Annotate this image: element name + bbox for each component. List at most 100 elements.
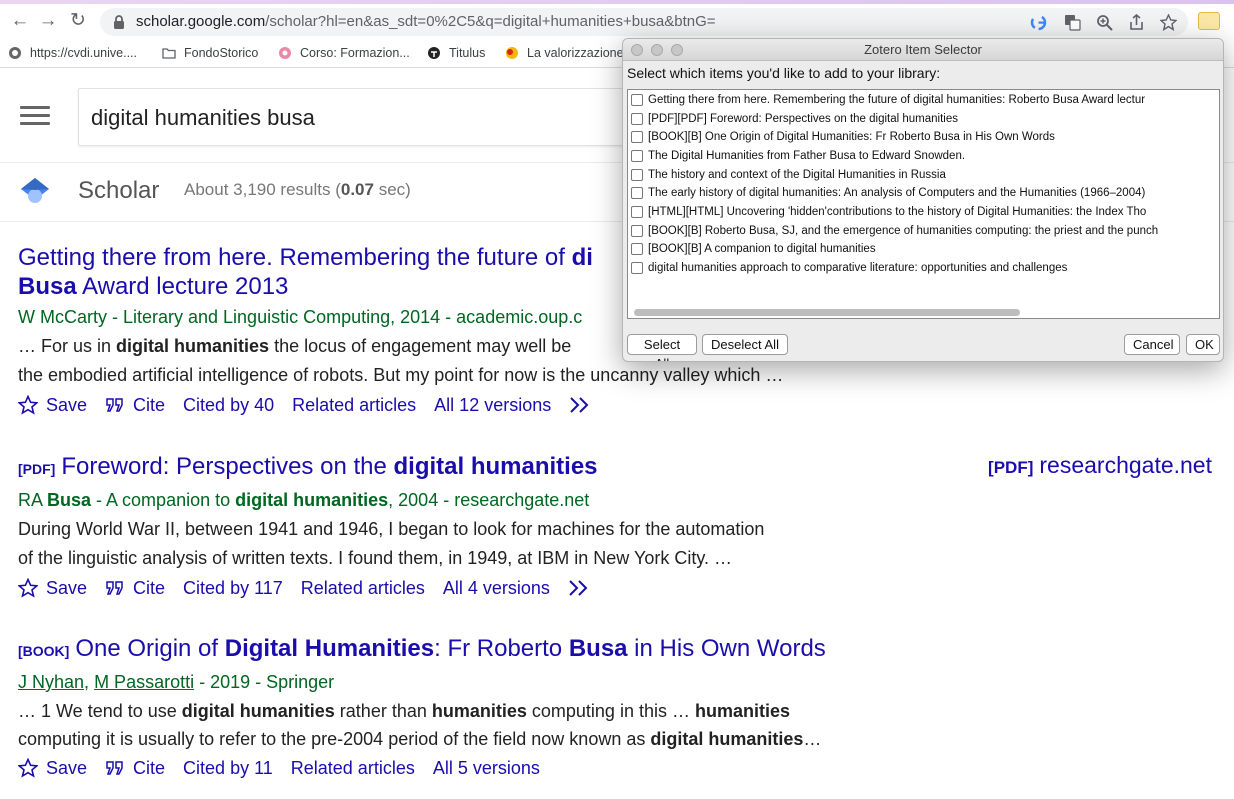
snippet-text: … <box>803 729 822 749</box>
search-result: [BOOK] One Origin of Digital Humanities: … <box>18 634 1228 781</box>
item-row[interactable]: [BOOK][B] Roberto Busa, SJ, and the emer… <box>631 222 1219 240</box>
cite-link[interactable]: Cite <box>105 755 165 781</box>
snippet-text: … 1 We tend to use <box>18 701 182 721</box>
url-text[interactable]: scholar.google.com/scholar?hl=en&as_sdt=… <box>136 13 716 30</box>
result-title-link[interactable]: [BOOK] One Origin of Digital Humanities: … <box>18 634 1228 666</box>
related-articles-link[interactable]: Related articles <box>292 392 416 418</box>
folder-icon <box>162 48 176 59</box>
reload-icon[interactable]: ↻ <box>68 10 88 32</box>
more-chevrons-icon[interactable] <box>569 396 593 414</box>
item-label: digital humanities approach to comparati… <box>648 262 1068 274</box>
item-row[interactable]: The Digital Humanities from Father Busa … <box>631 147 1219 165</box>
address-bar[interactable]: scholar.google.com/scholar?hl=en&as_sdt=… <box>100 8 1188 36</box>
scholar-logo-text[interactable]: Scholar <box>78 177 159 205</box>
horizontal-scrollbar[interactable] <box>632 307 1217 317</box>
all-versions-link[interactable]: All 5 versions <box>433 755 540 781</box>
back-arrow-icon[interactable]: ← <box>10 10 30 32</box>
result-actions: Save Cite Cited by 11 Related articles A… <box>18 755 1228 781</box>
item-label: Getting there from here. Remembering the… <box>648 94 1146 106</box>
scholar-logo-icon[interactable] <box>20 176 50 206</box>
bookmark-item[interactable]: La valorizzazione <box>505 46 624 60</box>
dialog-title: Zotero Item Selector <box>864 42 982 57</box>
dialog-titlebar[interactable]: Zotero Item Selector <box>623 39 1223 61</box>
item-checkbox[interactable] <box>631 150 643 162</box>
star-icon <box>18 395 38 415</box>
forward-arrow-icon[interactable]: → <box>38 10 58 32</box>
item-checkbox[interactable] <box>631 169 643 181</box>
save-link[interactable]: Save <box>18 575 87 601</box>
item-row[interactable]: Getting there from here. Remembering the… <box>631 91 1219 109</box>
bookmark-star-icon[interactable] <box>1160 14 1177 31</box>
title-bold: Digital Humanities <box>224 635 435 662</box>
cite-link[interactable]: Cite <box>105 392 165 418</box>
item-row[interactable]: [BOOK][B] A companion to digital humanit… <box>631 240 1219 258</box>
bookmark-item[interactable]: Corso: Formazion... <box>278 46 410 60</box>
author-link[interactable]: M Passarotti <box>94 672 194 692</box>
bookmark-item[interactable]: https://cvdi.unive.... <box>8 46 137 60</box>
ok-button[interactable]: OK <box>1186 334 1220 355</box>
menu-hamburger-icon[interactable] <box>20 106 50 126</box>
search-input[interactable] <box>91 101 651 135</box>
author-link[interactable]: J Nyhan <box>18 672 84 692</box>
snippet-bold: humanities <box>431 701 527 721</box>
cite-link[interactable]: Cite <box>105 575 165 601</box>
item-row[interactable]: digital humanities approach to comparati… <box>631 259 1219 277</box>
item-checkbox[interactable] <box>631 187 643 199</box>
result-count: About 3,190 results (0.07 sec) <box>184 180 411 200</box>
bookmark-item[interactable]: FondoStorico <box>162 46 258 60</box>
related-articles-link[interactable]: Related articles <box>291 755 415 781</box>
zoom-icon[interactable] <box>1096 14 1113 31</box>
cite-label: Cite <box>133 758 166 778</box>
dialog-prompt: Select which items you'd like to add to … <box>627 65 941 81</box>
scrollbar-thumb[interactable] <box>634 309 1020 316</box>
zotero-folder-icon[interactable] <box>1198 12 1220 30</box>
bookmark-item[interactable]: Titulus <box>427 46 485 60</box>
snippet-bold: digital humanities <box>116 336 270 356</box>
snippet-text: computing in this … <box>526 701 695 721</box>
item-row[interactable]: The early history of digital humanities:… <box>631 184 1219 202</box>
item-row[interactable]: The history and context of the Digital H… <box>631 166 1219 184</box>
search-box[interactable] <box>78 88 678 146</box>
star-icon <box>18 578 38 598</box>
snippet-text: computing it is usually to refer to the … <box>18 729 651 749</box>
item-row[interactable]: [PDF][PDF] Foreword: Perspectives on the… <box>631 110 1219 128</box>
bookmark-label: FondoStorico <box>184 46 259 60</box>
result-snippet: … 1 We tend to use digital humanities ra… <box>18 697 1228 753</box>
item-label: The Digital Humanities from Father Busa … <box>648 150 966 162</box>
item-row[interactable]: [BOOK][B] One Origin of Digital Humaniti… <box>631 128 1219 146</box>
meta-bold: Busa <box>47 490 92 510</box>
item-label: The early history of digital humanities:… <box>648 187 1146 199</box>
bookmark-label: https://cvdi.unive.... <box>30 46 137 60</box>
save-link[interactable]: Save <box>18 755 87 781</box>
item-checkbox[interactable] <box>631 94 643 106</box>
item-checkbox[interactable] <box>631 206 643 218</box>
more-chevrons-icon[interactable] <box>568 579 592 597</box>
item-checkbox[interactable] <box>631 131 643 143</box>
cited-by-link[interactable]: Cited by 11 <box>183 755 273 781</box>
cited-by-link[interactable]: Cited by 117 <box>183 575 283 601</box>
deselect-all-button[interactable]: Deselect All <box>702 334 788 355</box>
all-versions-link[interactable]: All 12 versions <box>434 392 551 418</box>
count-time: 0.07 <box>340 180 374 199</box>
google-g-icon[interactable] <box>1030 14 1047 31</box>
cited-by-link[interactable]: Cited by 40 <box>183 392 274 418</box>
item-checkbox[interactable] <box>631 262 643 274</box>
all-versions-link[interactable]: All 4 versions <box>443 575 550 601</box>
item-checkbox[interactable] <box>631 225 643 237</box>
item-row[interactable]: [HTML][HTML] Uncovering 'hidden'contribu… <box>631 203 1219 221</box>
title-text: in His Own Words <box>627 635 826 662</box>
bookmark-label: La valorizzazione <box>527 46 624 60</box>
related-articles-link[interactable]: Related articles <box>301 575 425 601</box>
item-checkbox[interactable] <box>631 113 643 125</box>
translate-icon[interactable] <box>1064 14 1081 31</box>
cancel-button[interactable]: Cancel <box>1124 334 1180 355</box>
count-suffix: sec) <box>373 180 411 199</box>
format-tag: [PDF] <box>988 458 1034 477</box>
save-link[interactable]: Save <box>18 392 87 418</box>
result-meta: J Nyhan, M Passarotti - 2019 - Springer <box>18 670 1228 694</box>
share-icon[interactable] <box>1128 14 1145 31</box>
item-checkbox[interactable] <box>631 243 643 255</box>
select-all-button[interactable]: Select All <box>627 334 697 361</box>
snippet-bold: digital humanities <box>650 729 804 749</box>
side-pdf-link[interactable]: [PDF] researchgate.net <box>988 452 1212 479</box>
